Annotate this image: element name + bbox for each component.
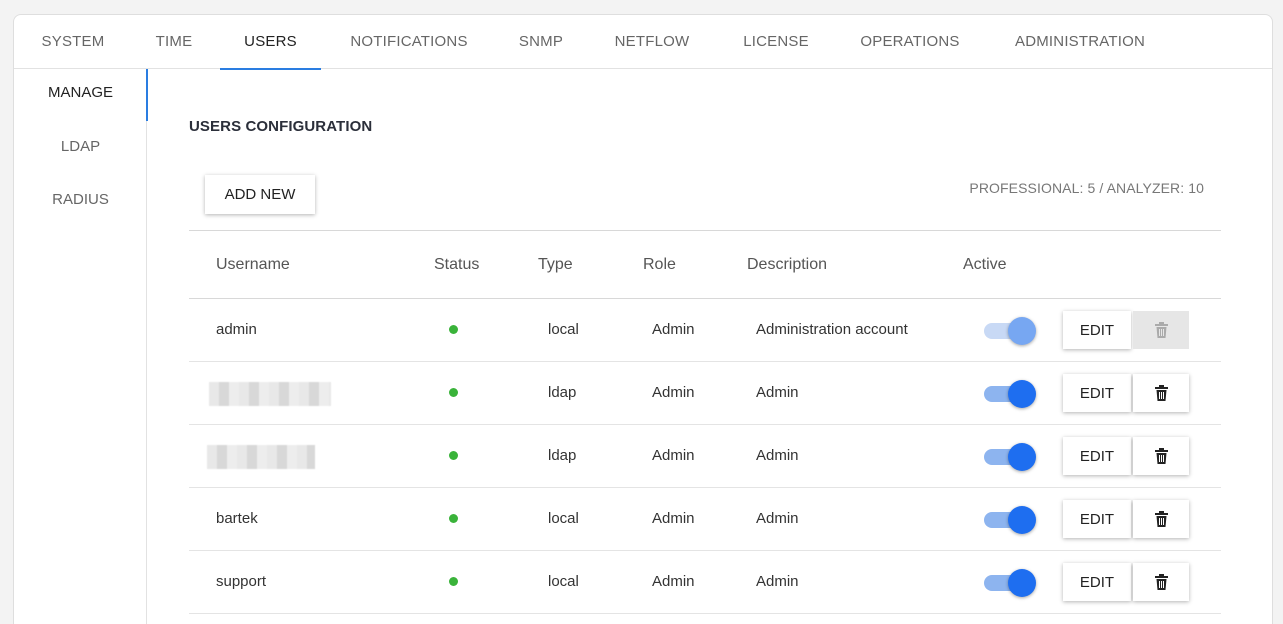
active-toggle[interactable] [984,569,1038,597]
active-toggle[interactable] [984,506,1038,534]
table-row: ldap Admin Admin EDIT [189,362,1221,425]
column-role: Role [643,256,676,273]
type-cell: local [548,510,579,527]
role-cell: Admin [652,510,695,527]
status-dot [449,325,458,334]
edit-button[interactable]: EDIT [1063,374,1131,412]
username-cell: bartek [216,510,258,527]
edit-button[interactable]: EDIT [1063,500,1131,538]
trash-icon [1154,385,1168,401]
delete-button[interactable] [1133,500,1189,538]
delete-button[interactable] [1133,311,1189,349]
description-cell: Admin [756,510,799,527]
description-cell: Admin [756,447,799,464]
delete-button[interactable] [1133,374,1189,412]
tab-system[interactable]: SYSTEM [29,15,117,69]
username-cell: admin [216,321,257,338]
status-dot [449,388,458,397]
role-cell: Admin [652,321,695,338]
tab-license[interactable]: LICENSE [733,15,819,69]
edit-button[interactable]: EDIT [1063,311,1131,349]
settings-card: SYSTEM TIME USERS NOTIFICATIONS SNMP NET… [13,14,1273,624]
active-toggle[interactable] [984,443,1038,471]
top-nav: SYSTEM TIME USERS NOTIFICATIONS SNMP NET… [14,15,1272,70]
table-row: admin local Admin Administration account… [189,299,1221,362]
trash-icon [1154,448,1168,464]
role-cell: Admin [652,573,695,590]
column-username: Username [216,256,290,273]
tab-administration[interactable]: ADMINISTRATION [999,15,1161,69]
description-cell: Admin [756,573,799,590]
username-cell: support [216,573,267,590]
tab-users[interactable]: USERS [220,15,321,70]
redacted-username [209,382,331,406]
role-cell: Admin [652,447,695,464]
status-dot [449,451,458,460]
page-title: USERS CONFIGURATION [189,118,373,135]
sidebar-item-radius[interactable]: RADIUS [14,176,147,228]
sidebar: MANAGE LDAP RADIUS [14,69,148,624]
add-new-button[interactable]: ADD NEW [205,175,315,214]
active-toggle[interactable] [984,317,1038,345]
delete-button[interactable] [1133,563,1189,601]
edit-button[interactable]: EDIT [1063,563,1131,601]
table-row: ldap Admin Admin EDIT [189,425,1221,488]
sidebar-item-ldap[interactable]: LDAP [14,123,147,175]
status-dot [449,577,458,586]
delete-button[interactable] [1133,437,1189,475]
license-info: PROFESSIONAL: 5 / ANALYZER: 10 [969,180,1204,196]
table-row: support local Admin Admin EDIT [189,551,1221,614]
sidebar-item-manage[interactable]: MANAGE [14,69,148,121]
type-cell: ldap [548,447,577,464]
active-toggle[interactable] [984,380,1038,408]
column-status: Status [434,256,480,273]
tab-operations[interactable]: OPERATIONS [849,15,971,69]
tab-time[interactable]: TIME [144,15,204,69]
type-cell: local [548,573,579,590]
trash-icon [1154,574,1168,590]
column-active: Active [963,256,1007,273]
description-cell: Administration account [756,321,908,338]
column-type: Type [538,256,573,273]
description-cell: Admin [756,384,799,401]
tab-snmp[interactable]: SNMP [508,15,574,69]
trash-icon [1154,511,1168,527]
redacted-username [207,445,315,469]
column-description: Description [747,256,828,273]
tab-netflow[interactable]: NETFLOW [606,15,698,69]
role-cell: Admin [652,384,695,401]
type-cell: local [548,321,579,338]
edit-button[interactable]: EDIT [1063,437,1131,475]
users-table: Username Status Type Role Description Ac… [189,230,1221,614]
trash-icon [1154,322,1168,338]
type-cell: ldap [548,384,577,401]
table-row: bartek local Admin Admin EDIT [189,488,1221,551]
table-header: Username Status Type Role Description Ac… [189,230,1221,299]
tab-notifications[interactable]: NOTIFICATIONS [339,15,479,69]
status-dot [449,514,458,523]
